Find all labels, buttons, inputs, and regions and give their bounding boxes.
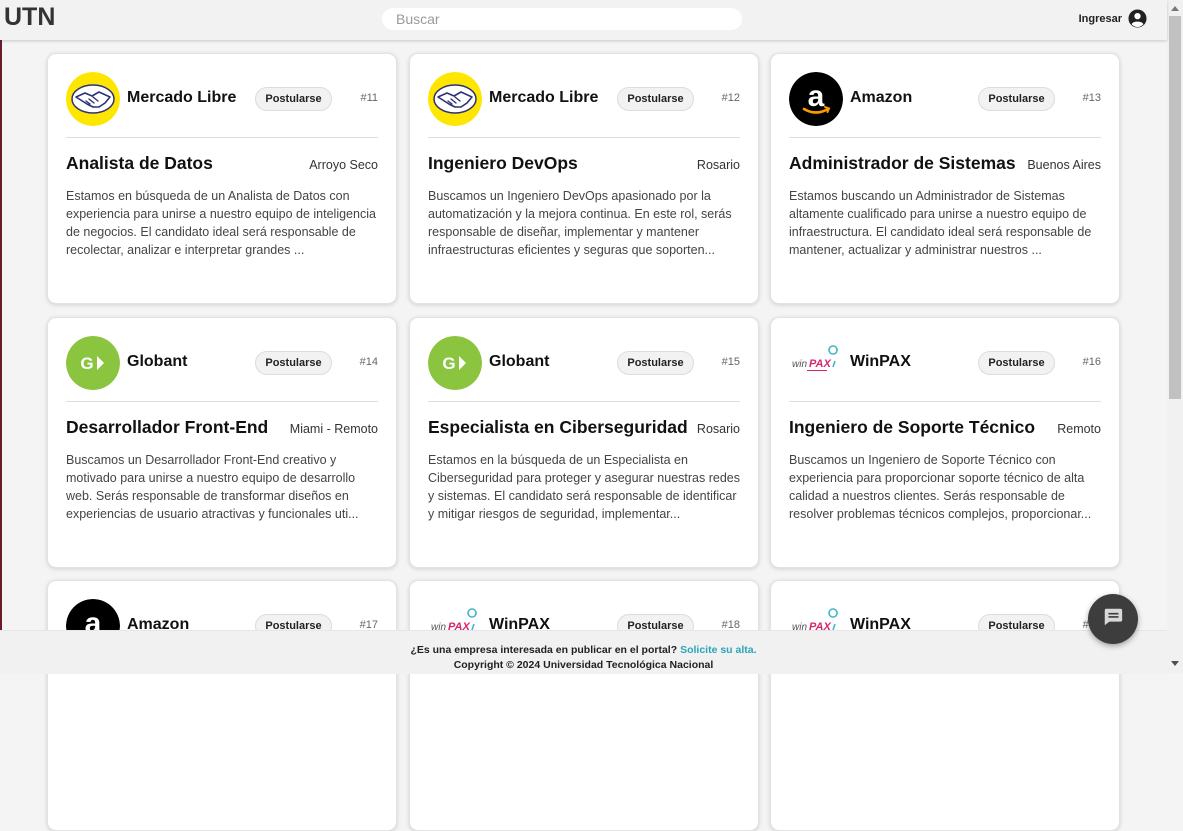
job-card[interactable]: winPAXWinPAXPostularse#19 [770, 580, 1120, 831]
utn-logo[interactable]: UTN [4, 3, 55, 32]
login-button[interactable]: Ingresar [1079, 9, 1147, 28]
login-label: Ingresar [1078, 12, 1122, 25]
job-location: Buenos Aires [1027, 158, 1101, 172]
apply-button[interactable]: Postularse [978, 351, 1055, 375]
chat-bubble-icon [1102, 606, 1124, 633]
card-divider [66, 137, 378, 138]
search-input[interactable] [382, 8, 742, 30]
svg-text:win: win [792, 359, 807, 370]
job-title[interactable]: Ingeniero DevOps [428, 153, 578, 174]
company-logo-icon: win PAX [789, 336, 843, 390]
svg-text:PAX: PAX [809, 358, 831, 370]
apply-button[interactable]: Postularse [617, 87, 694, 111]
job-card[interactable]: G Globant Postularse #14 Desarrollador Front… [47, 317, 397, 568]
job-location: Rosario [696, 422, 740, 436]
scroll-down-arrow-icon[interactable] [1171, 661, 1179, 666]
svg-text:a: a [808, 80, 825, 113]
job-location: Rosario [696, 158, 740, 172]
job-title[interactable]: Desarrollador Front-End [66, 417, 268, 438]
job-description: Estamos en la búsqueda de un Especialist… [428, 453, 740, 521]
job-card[interactable]: a Amazon Postularse #17 [47, 580, 397, 831]
job-card[interactable]: win PAX WinPAX Postularse #16 Ingeniero de So… [770, 317, 1120, 568]
job-card[interactable]: win PAX WinPAX Postularse #18 [409, 580, 759, 831]
scroll-thumb[interactable] [1169, 16, 1181, 399]
company-name: Globant [127, 353, 188, 370]
job-number: #11 [360, 92, 378, 104]
job-card[interactable]: Mercado Libre Postularse #12 Ingeniero DevO… [409, 53, 759, 304]
company-logo-icon: G [66, 336, 120, 390]
job-description: Estamos en búsqueda de un Analista de Da… [66, 189, 376, 257]
job-location: Miami - Remoto [289, 422, 378, 436]
job-title[interactable]: Especialista en Ciberseguridad [428, 417, 688, 438]
svg-text:G: G [80, 354, 93, 373]
svg-text:G: G [442, 354, 455, 373]
company-name: Amazon [850, 89, 913, 106]
footer: ¿Es una empresa interesada en publicar e… [0, 630, 1167, 674]
job-title[interactable]: Administrador de Sistemas [789, 153, 1016, 174]
company-logo-icon: a [789, 72, 843, 126]
job-description: Buscamos un Ingeniero de Soporte Técnico… [789, 453, 1092, 521]
scrollbar[interactable] [1167, 0, 1183, 673]
card-divider [66, 401, 378, 402]
card-divider [789, 401, 1101, 402]
job-card[interactable]: G Globant Postularse #15 Especialista en Cib… [409, 317, 759, 568]
job-number: #15 [721, 356, 740, 368]
job-description: Estamos buscando un Administrador de Sis… [789, 189, 1092, 257]
job-number: #12 [721, 92, 740, 104]
scroll-up-arrow-icon[interactable] [1171, 6, 1179, 11]
apply-button[interactable]: Postularse [978, 87, 1055, 111]
company-name: Mercado Libre [127, 89, 237, 106]
chat-button[interactable] [1088, 594, 1138, 644]
footer-copyright: Copyright © 2024 Universidad Tecnológica… [453, 659, 714, 671]
signup-link[interactable]: Solicite su alta. [680, 644, 756, 656]
company-name: Mercado Libre [489, 89, 599, 106]
top-header: UTN Ingresar [0, 0, 1167, 40]
apply-button[interactable]: Postularse [617, 351, 694, 375]
job-title[interactable]: Ingeniero de Soporte Técnico [789, 417, 1035, 438]
job-description: Buscamos un Ingeniero DevOps apasionado … [428, 189, 732, 257]
company-name: Globant [489, 353, 550, 370]
user-avatar-icon [1128, 9, 1147, 28]
job-title[interactable]: Analista de Datos [66, 153, 213, 174]
job-card[interactable]: a Amazon Postularse #13 Administrador de Sis… [770, 53, 1120, 304]
job-number: #13 [1082, 92, 1101, 104]
card-divider [428, 401, 740, 402]
job-description: Buscamos un Desarrollador Front-End crea… [66, 453, 359, 521]
footer-question: ¿Es una empresa interesada en publicar e… [410, 644, 757, 656]
company-logo-icon [428, 72, 482, 126]
company-logo-icon: G [428, 336, 482, 390]
company-logo-icon [66, 72, 120, 126]
job-location: Arroyo Seco [309, 158, 378, 172]
job-number: #14 [359, 356, 378, 368]
card-divider [789, 137, 1101, 138]
job-location: Remoto [1057, 422, 1101, 436]
apply-button[interactable]: Postularse [255, 351, 332, 375]
job-card[interactable]: Mercado Libre Postularse #11 Analista de Da… [47, 53, 397, 304]
company-name: WinPAX [850, 353, 911, 370]
job-number: #16 [1082, 356, 1101, 368]
card-divider [428, 137, 740, 138]
page-left-border [0, 0, 2, 673]
apply-button[interactable]: Postularse [255, 87, 332, 111]
